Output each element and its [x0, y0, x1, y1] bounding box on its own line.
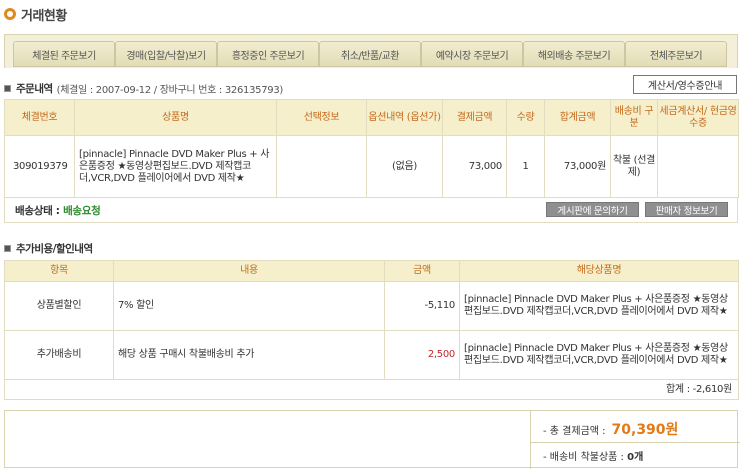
- total-cell: 73,000원: [544, 135, 611, 198]
- payment-summary-panel: - 총 결제금액 : 70,390원 - 배송비 착불상품 : 0개: [530, 411, 740, 469]
- order-section-title: 주문내역: [16, 82, 53, 95]
- content-cell: 7% 할인: [113, 281, 385, 331]
- extra-total-note: 합계 : -2,610원: [4, 379, 739, 400]
- order-section-header: 주문내역 (체결일 : 2007-09-12 / 장바구니 번호 : 32613…: [4, 80, 283, 96]
- extra-section-title: 추가비용/할인내역: [16, 242, 93, 255]
- page-title-text: 거래현황: [21, 8, 67, 24]
- col-product: 상품명: [74, 99, 277, 136]
- summary-divider: [531, 442, 740, 443]
- col-order-no: 체결번호: [4, 99, 75, 136]
- payment-summary: - 총 결제금액 : 70,390원 - 배송비 착불상품 : 0개: [4, 410, 740, 469]
- qty-cell: 1: [506, 135, 545, 198]
- target-product-cell[interactable]: [pinnacle] Pinnacle DVD Maker Plus + 사은품…: [459, 330, 739, 380]
- total-payment-label: - 총 결제금액 :: [543, 425, 606, 437]
- col-shipping-type: 배송비 구분: [610, 99, 658, 136]
- seller-info-button[interactable]: 판매자 정보보기: [645, 202, 728, 217]
- table-row: 309019379 [pinnacle] Pinnacle DVD Maker …: [4, 135, 739, 198]
- col-price: 결제금액: [442, 99, 507, 136]
- delivery-status: 배송상태 : 배송요청: [15, 203, 101, 218]
- col-item: 항목: [4, 260, 114, 282]
- cod-count-line: - 배송비 착불상품 : 0개: [543, 448, 643, 463]
- order-table: 체결번호 상품명 선택정보 옵션내역 (옵션가) 결제금액 수량 합계금액 배송…: [4, 99, 739, 198]
- tab-completed-orders[interactable]: 체결된 주문보기: [13, 41, 115, 67]
- col-target-product: 해당상품명: [459, 260, 739, 282]
- table-row: 상품별할인 7% 할인 -5,110 [pinnacle] Pinnacle D…: [4, 281, 739, 331]
- cod-count-label: - 배송비 착불상품 :: [543, 452, 624, 463]
- tax-receipt-cell: [657, 135, 739, 198]
- col-option-info: 선택정보: [276, 99, 367, 136]
- extra-table-header: 항목 내용 금액 해당상품명: [4, 260, 739, 282]
- total-payment-value: 70,390원: [611, 422, 679, 438]
- amount-cell: 2,500: [384, 330, 460, 380]
- order-no-cell[interactable]: 309019379: [4, 135, 75, 198]
- table-row: 합계 : -2,610원: [4, 379, 739, 400]
- item-cell: 추가배송비: [4, 330, 114, 380]
- item-cell: 상품별할인: [4, 281, 114, 331]
- extra-section-header: 추가비용/할인내역: [4, 240, 93, 256]
- tab-reservation[interactable]: 예약시장 주문보기: [421, 41, 523, 67]
- order-tabs: 체결된 주문보기 경매(입찰/낙찰)보기 흥정중인 주문보기 취소/반품/교환 …: [4, 34, 738, 68]
- board-inquiry-button[interactable]: 게시판에 문의하기: [546, 202, 639, 217]
- circle-bullet-icon: [4, 8, 16, 20]
- table-row: 추가배송비 해당 상품 구매시 착불배송비 추가 2,500 [pinnacle…: [4, 330, 739, 380]
- target-product-cell[interactable]: [pinnacle] Pinnacle DVD Maker Plus + 사은품…: [459, 281, 739, 331]
- tab-overseas[interactable]: 해외배송 주문보기: [523, 41, 625, 67]
- page-title: 거래현황: [4, 4, 67, 24]
- option-detail-cell: (없음): [366, 135, 443, 198]
- col-tax-receipt: 세금계산서/ 현금영수증: [657, 99, 739, 136]
- tab-all-orders[interactable]: 전체주문보기: [625, 41, 727, 67]
- content-cell: 해당 상품 구매시 착불배송비 추가: [113, 330, 385, 380]
- delivery-status-value: 배송요청: [63, 205, 101, 217]
- square-bullet-icon: [4, 244, 11, 252]
- order-table-header: 체결번호 상품명 선택정보 옵션내역 (옵션가) 결제금액 수량 합계금액 배송…: [4, 99, 739, 136]
- col-total: 합계금액: [544, 99, 611, 136]
- col-amount: 금액: [384, 260, 460, 282]
- col-option-detail: 옵션내역 (옵션가): [366, 99, 443, 136]
- tab-cancel-return[interactable]: 취소/반품/교환: [319, 41, 421, 67]
- tab-negotiating[interactable]: 흥정중인 주문보기: [217, 41, 319, 67]
- product-name-cell[interactable]: [pinnacle] Pinnacle DVD Maker Plus + 사은품…: [74, 135, 277, 198]
- col-qty: 수량: [506, 99, 545, 136]
- square-bullet-icon: [4, 84, 11, 92]
- receipt-guide-button[interactable]: 계산서/영수증안내: [633, 75, 737, 94]
- delivery-status-label: 배송상태 :: [15, 205, 60, 217]
- total-payment-line: - 총 결제금액 : 70,390원: [543, 419, 678, 439]
- order-section-sub: (체결일 : 2007-09-12 / 장바구니 번호 : 326135793): [56, 84, 284, 96]
- col-content: 내용: [113, 260, 385, 282]
- extra-cost-table: 항목 내용 금액 해당상품명 상품별할인 7% 할인 -5,110 [pinna…: [4, 260, 739, 400]
- cod-count-value: 0개: [627, 452, 644, 463]
- amount-cell: -5,110: [384, 281, 460, 331]
- option-info-cell: [276, 135, 367, 198]
- shipping-type-cell: 착불 (선결제): [610, 135, 658, 198]
- tab-auction[interactable]: 경매(입찰/낙찰)보기: [115, 41, 217, 67]
- price-cell: 73,000: [442, 135, 507, 198]
